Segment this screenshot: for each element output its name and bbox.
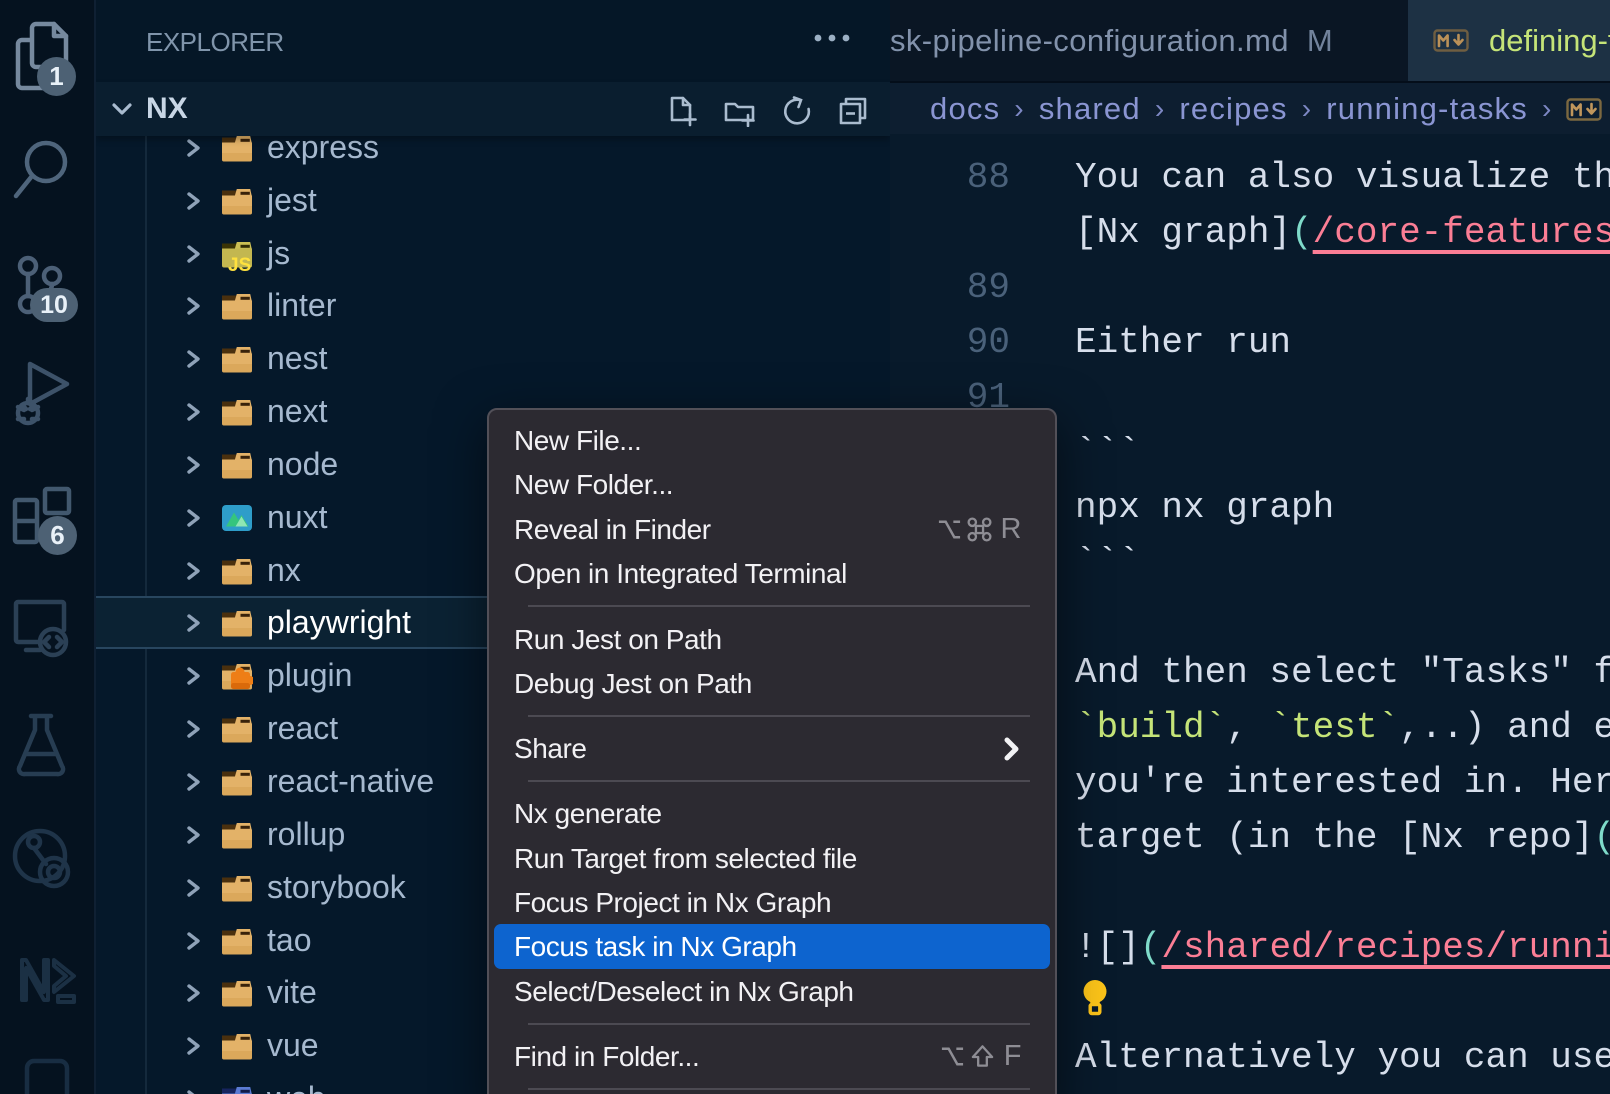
svg-text:JS: JS [228, 255, 251, 276]
